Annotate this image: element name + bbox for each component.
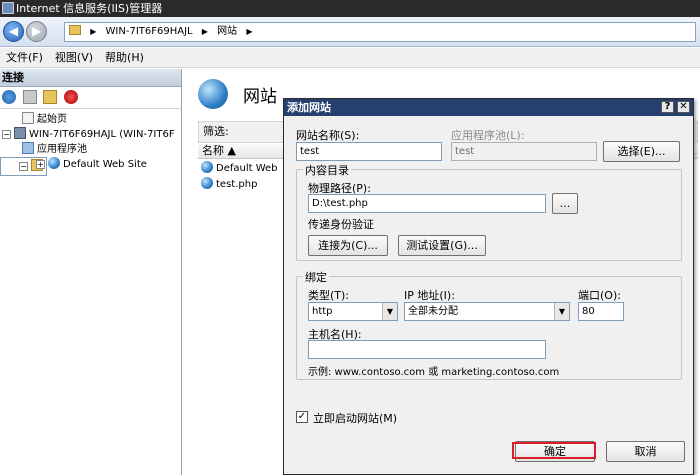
globe-icon xyxy=(201,161,213,173)
tree-item-start-page[interactable]: 起始页 xyxy=(0,112,181,127)
ip-address-value: 全部未分配 xyxy=(408,306,458,317)
page-title: 网站 xyxy=(198,79,277,113)
connect-as-button[interactable]: 连接为(C)... xyxy=(308,235,388,256)
connections-header: 连接 xyxy=(0,69,181,87)
iis-app-icon xyxy=(2,2,14,14)
site-name-label: 网站名称(S): xyxy=(296,129,360,142)
breadcrumb-separator-icon: ▶ xyxy=(90,27,97,36)
type-value: http xyxy=(312,306,333,317)
menu-file[interactable]: 文件(F) xyxy=(0,48,49,68)
save-icon[interactable] xyxy=(22,90,37,104)
page-title-text: 网站 xyxy=(243,87,277,107)
breadcrumb-sites[interactable]: 网站 xyxy=(217,26,237,37)
menu-help[interactable]: 帮助(H) xyxy=(99,48,150,68)
list-item[interactable]: test.php xyxy=(201,177,257,192)
globe-icon xyxy=(201,177,213,189)
menu-bar: 文件(F) 视图(V) 帮助(H) xyxy=(0,48,700,68)
folder-icon xyxy=(69,25,81,35)
globe-icon xyxy=(48,157,60,169)
close-button[interactable]: ✕ xyxy=(677,101,690,113)
collapse-icon[interactable]: − xyxy=(2,130,11,139)
add-website-dialog: 添加网站 ? ✕ 网站名称(S): test 应用程序池(L): test 选择… xyxy=(283,98,694,475)
forward-arrow-icon[interactable]: ▶ xyxy=(26,21,47,42)
type-label: 类型(T): xyxy=(308,289,350,302)
filter-label: 筛选: xyxy=(203,125,229,138)
site-name-input[interactable]: test xyxy=(296,142,442,161)
host-name-example: 示例: www.contoso.com 或 marketing.contoso.… xyxy=(308,367,560,378)
tree-label: 起始页 xyxy=(37,114,67,125)
disconnect-icon[interactable] xyxy=(63,90,78,104)
tree-label: WIN-7IT6F69HAJL (WIN-7IT6F xyxy=(29,129,175,140)
start-page-icon xyxy=(22,112,34,124)
browse-button[interactable]: ... xyxy=(552,193,578,214)
breadcrumb-separator-icon: ▶ xyxy=(246,27,253,36)
content-directory-group: 内容目录 物理路径(P): D:\test.php ... 传递身份验证 连接为… xyxy=(296,162,682,261)
app-pool-icon xyxy=(22,142,34,154)
dropdown-arrow-icon[interactable]: ▼ xyxy=(554,303,569,320)
type-select[interactable]: http ▼ xyxy=(308,302,398,321)
tree-item-server[interactable]: − WIN-7IT6F69HAJL (WIN-7IT6F xyxy=(0,127,181,142)
physical-path-input[interactable]: D:\test.php xyxy=(308,194,546,213)
cancel-button[interactable]: 取消 xyxy=(606,441,685,462)
tree-label: 应用程序池 xyxy=(37,144,87,155)
window-titlebar: Internet 信息服务(IIS)管理器 xyxy=(0,0,700,17)
breadcrumb[interactable]: ▶ WIN-7IT6F69HAJL ▶ 网站 ▶ xyxy=(64,22,696,42)
site-name: test.php xyxy=(216,179,258,190)
pass-through-auth-label: 传递身份验证 xyxy=(308,218,374,231)
tree-label: Default Web Site xyxy=(63,159,147,170)
expand-icon[interactable]: + xyxy=(36,160,45,169)
ip-address-label: IP 地址(I): xyxy=(404,289,455,302)
binding-group: 绑定 类型(T): http ▼ IP 地址(I): 全部未分配 ▼ 端口(O): … xyxy=(296,269,682,380)
app-pool-label: 应用程序池(L): xyxy=(451,129,525,142)
help-button[interactable]: ? xyxy=(661,101,674,113)
test-settings-button[interactable]: 测试设置(G)... xyxy=(398,235,486,256)
address-bar: ◀ ▶ ▶ WIN-7IT6F69HAJL ▶ 网站 ▶ xyxy=(0,17,700,47)
binding-title: 绑定 xyxy=(303,269,329,285)
back-arrow-icon[interactable]: ◀ xyxy=(3,21,24,42)
content-directory-title: 内容目录 xyxy=(303,162,351,178)
up-folder-icon[interactable] xyxy=(43,90,57,104)
host-name-input[interactable] xyxy=(308,340,546,359)
tree-item-app-pools[interactable]: 应用程序池 xyxy=(0,142,181,157)
site-name: Default Web xyxy=(216,163,278,174)
window-title: Internet 信息服务(IIS)管理器 xyxy=(16,2,163,15)
server-icon xyxy=(14,127,26,139)
dialog-title: 添加网站 xyxy=(287,101,331,114)
connections-pane: 连接 起始页 − WIN-7IT6F69HAJL (WIN-7IT6F 应用程序池… xyxy=(0,69,182,475)
menu-view[interactable]: 视图(V) xyxy=(49,48,99,68)
port-input[interactable]: 80 xyxy=(578,302,624,321)
breadcrumb-server[interactable]: WIN-7IT6F69HAJL xyxy=(106,26,193,37)
dialog-titlebar: 添加网站 ? ✕ xyxy=(284,99,693,116)
tree-item-default-site[interactable]: + Default Web Site xyxy=(0,157,181,172)
connections-toolbar xyxy=(0,87,181,109)
dropdown-arrow-icon[interactable]: ▼ xyxy=(382,303,397,320)
start-immediately-checkbox[interactable]: ✓ xyxy=(296,411,308,423)
connections-tree: 起始页 −WIN-7IT6F69HAJL (WIN-7IT6F 应用程序池 −网… xyxy=(0,109,181,176)
app-pool-input: test xyxy=(451,142,597,161)
list-item[interactable]: Default Web xyxy=(201,161,278,176)
globe-icon xyxy=(198,79,228,109)
select-app-pool-button[interactable]: 选择(E)... xyxy=(603,141,680,162)
start-immediately-label: 立即启动网站(M) xyxy=(313,412,398,425)
port-label: 端口(O): xyxy=(578,289,621,302)
ok-button-highlight xyxy=(512,442,596,459)
ip-address-select[interactable]: 全部未分配 ▼ xyxy=(404,302,570,321)
breadcrumb-separator-icon: ▶ xyxy=(201,27,208,36)
connect-icon[interactable] xyxy=(2,90,16,104)
